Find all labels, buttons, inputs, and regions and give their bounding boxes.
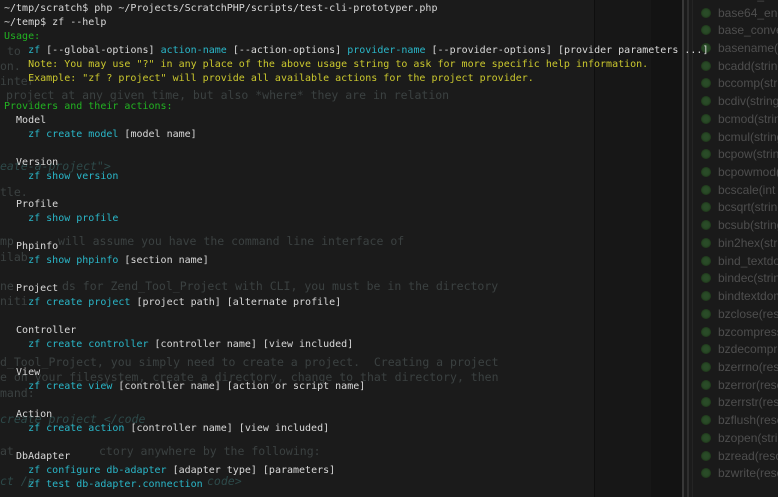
terminal-line: zf configure db-adapter [adapter type] [… <box>4 464 778 478</box>
terminal-line: zf test db-adapter.connection <box>4 478 778 492</box>
terminal-line: Usage: <box>4 30 778 44</box>
terminal-line: zf create action [controller name] [view… <box>4 422 778 436</box>
terminal-line: zf create model [model name] <box>4 128 778 142</box>
terminal-line: Note: You may use "?" in any place of th… <box>4 58 778 72</box>
desktop-screen: toon.interproject at any given time, but… <box>0 0 778 497</box>
terminal-line <box>4 436 778 450</box>
terminal-line: zf show version <box>4 170 778 184</box>
terminal-output: ~/tmp/scratch$ php ~/Projects/ScratchPHP… <box>4 2 778 492</box>
terminal-line: Project <box>4 282 778 296</box>
terminal-line: zf create view [controller name] [action… <box>4 380 778 394</box>
terminal-line: View <box>4 366 778 380</box>
terminal-line: Phpinfo <box>4 240 778 254</box>
terminal-line: zf create controller [controller name] [… <box>4 338 778 352</box>
terminal-line <box>4 394 778 408</box>
terminal-line <box>4 86 778 100</box>
terminal-line: ~/temp$ zf --help <box>4 16 778 30</box>
terminal-line <box>4 352 778 366</box>
terminal-line: DbAdapter <box>4 450 778 464</box>
terminal-line <box>4 142 778 156</box>
terminal-line: Version <box>4 156 778 170</box>
terminal-line: Example: "zf ? project" will provide all… <box>4 72 778 86</box>
terminal-line: Model <box>4 114 778 128</box>
terminal-line: zf [--global-options] action-name [--act… <box>4 44 778 58</box>
terminal-line: zf show profile <box>4 212 778 226</box>
terminal-line: Action <box>4 408 778 422</box>
terminal-line: ~/tmp/scratch$ php ~/Projects/ScratchPHP… <box>4 2 778 16</box>
terminal-line <box>4 226 778 240</box>
terminal-line: Providers and their actions: <box>4 100 778 114</box>
terminal-line: zf show phpinfo [section name] <box>4 254 778 268</box>
terminal-line <box>4 310 778 324</box>
terminal-line: zf create project [project path] [altern… <box>4 296 778 310</box>
terminal-line <box>4 268 778 282</box>
terminal-line <box>4 184 778 198</box>
terminal-line: Profile <box>4 198 778 212</box>
terminal-line: Controller <box>4 324 778 338</box>
